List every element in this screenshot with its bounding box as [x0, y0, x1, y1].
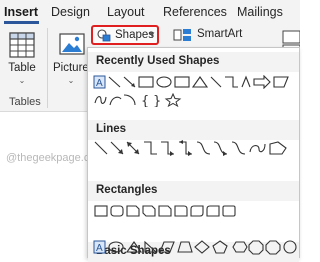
rectangles-icons	[94, 205, 236, 217]
table-icon	[9, 32, 35, 58]
recent-shapes-row-2[interactable]: { }	[93, 93, 213, 107]
picture-icon	[59, 33, 85, 55]
tab-mailings[interactable]: Mailings	[237, 4, 283, 20]
recent-shapes-icons: A	[93, 75, 289, 89]
shapes-button[interactable]: Shapes ▼	[91, 25, 159, 45]
tab-insert[interactable]: Insert	[4, 4, 38, 20]
section-title: Recently Used Shapes	[96, 55, 220, 67]
basic-shapes-icons: A	[93, 240, 297, 255]
pictures-label: Pictures	[53, 62, 95, 74]
svg-text:}: }	[153, 94, 161, 107]
group-divider	[47, 28, 48, 108]
chevron-down-icon: ⌄	[18, 76, 26, 85]
shapes-icon	[97, 29, 111, 42]
smartart-icon	[173, 29, 191, 41]
section-title: Lines	[96, 123, 127, 135]
table-label: Table	[8, 62, 36, 74]
pictures-button[interactable]: Pictures ⌄	[53, 30, 95, 92]
smartart-label: SmartArt	[197, 28, 243, 40]
tab-references[interactable]: References	[163, 4, 227, 20]
section-lines: Lines	[88, 120, 299, 140]
svg-text:{: {	[141, 94, 149, 107]
lines-icons	[94, 140, 287, 156]
recent-shapes-row-1[interactable]: A	[93, 75, 293, 89]
tab-design[interactable]: Design	[51, 4, 90, 20]
chevron-down-icon: ▼	[148, 30, 156, 39]
shapes-dropdown: Recently Used Shapes A { } Lines Rectang…	[87, 47, 300, 262]
section-title: Rectangles	[96, 184, 158, 196]
tables-group-label: Tables	[9, 96, 41, 108]
lines-row[interactable]	[93, 140, 293, 156]
basic-shapes-row[interactable]: A	[93, 240, 298, 255]
svg-text:A: A	[96, 243, 103, 254]
svg-text:A: A	[96, 78, 103, 89]
section-rectangles: Rectangles	[88, 181, 299, 201]
tab-layout[interactable]: Layout	[107, 4, 145, 20]
chevron-down-icon: ⌄	[67, 76, 75, 85]
rectangles-row[interactable]	[93, 204, 293, 218]
section-recently-used: Recently Used Shapes	[88, 52, 299, 72]
table-button[interactable]: Table ⌄	[4, 30, 40, 92]
recent-shapes-icons-2: { }	[94, 93, 182, 107]
ribbon-tabs: Insert Design Layout References Mailings	[0, 0, 300, 24]
